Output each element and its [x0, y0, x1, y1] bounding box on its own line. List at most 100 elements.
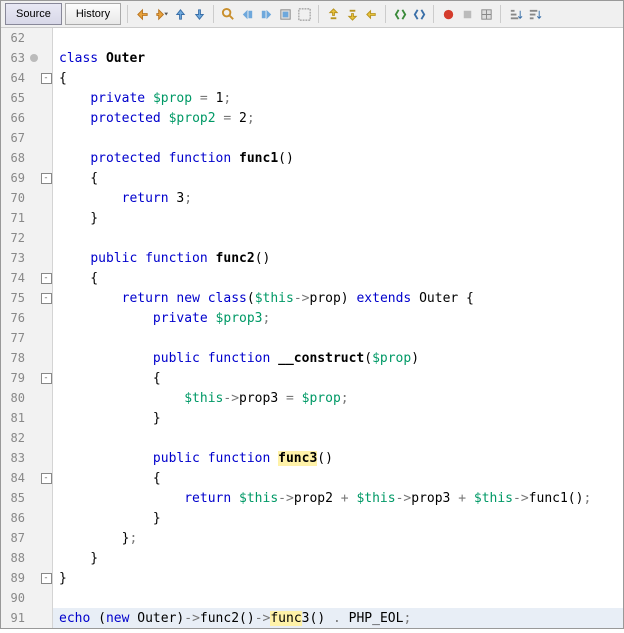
stop-icon[interactable]	[459, 6, 475, 22]
code-line[interactable]: }	[59, 408, 623, 428]
gutter-row: 80	[1, 388, 52, 408]
shift-up-icon[interactable]	[325, 6, 341, 22]
separator	[500, 5, 501, 23]
line-number: 85	[1, 491, 28, 505]
fold-toggle-icon[interactable]: -	[41, 173, 52, 184]
fold-toggle-icon[interactable]: -	[41, 273, 52, 284]
line-number: 81	[1, 411, 28, 425]
code-line[interactable]: public function func2()	[59, 248, 623, 268]
fwd-dd-icon[interactable]	[153, 6, 169, 22]
select-icon[interactable]	[296, 6, 312, 22]
toggle-bm-icon[interactable]	[277, 6, 293, 22]
fold-toggle-icon[interactable]: -	[41, 73, 52, 84]
sort2-icon[interactable]	[526, 6, 542, 22]
up-icon[interactable]	[172, 6, 188, 22]
toolbar-icons	[134, 5, 542, 23]
line-number: 68	[1, 151, 28, 165]
separator	[127, 5, 128, 23]
gutter-row: 91	[1, 608, 52, 628]
code-line[interactable]: class Outer	[59, 48, 623, 68]
code-line[interactable]: public function __construct($prop)	[59, 348, 623, 368]
fold-toggle-icon[interactable]: -	[41, 373, 52, 384]
separator	[433, 5, 434, 23]
gutter-row: 76	[1, 308, 52, 328]
code-line[interactable]: }	[59, 208, 623, 228]
line-number: 80	[1, 391, 28, 405]
code-line[interactable]: private $prop = 1;	[59, 88, 623, 108]
fold-toggle-icon[interactable]: -	[41, 473, 52, 484]
line-number: 87	[1, 531, 28, 545]
line-number: 67	[1, 131, 28, 145]
gutter-row: 75-	[1, 288, 52, 308]
code-line[interactable]	[59, 588, 623, 608]
sort1-icon[interactable]	[507, 6, 523, 22]
record-icon[interactable]	[440, 6, 456, 22]
code-line[interactable]: }	[59, 548, 623, 568]
grid-icon[interactable]	[478, 6, 494, 22]
code-line[interactable]: protected function func1()	[59, 148, 623, 168]
gutter-row: 77	[1, 328, 52, 348]
tab-history[interactable]: History	[65, 3, 121, 25]
code-line[interactable]: {	[59, 468, 623, 488]
line-number: 70	[1, 191, 28, 205]
gutter-row: 64 -	[1, 68, 52, 88]
code-line[interactable]: return new class($this->prop) extends Ou…	[59, 288, 623, 308]
shift-down-icon[interactable]	[344, 6, 360, 22]
separator	[385, 5, 386, 23]
code-line[interactable]: {	[59, 268, 623, 288]
comment-icon[interactable]	[392, 6, 408, 22]
line-number: 65	[1, 91, 28, 105]
code-line[interactable]	[59, 428, 623, 448]
code-line[interactable]: public function func3()	[59, 448, 623, 468]
zoom-icon[interactable]	[220, 6, 236, 22]
shift-line-icon[interactable]	[363, 6, 379, 22]
code-area: 626364-6566676869-7071727374-75-76777879…	[1, 28, 623, 628]
fold-slot: -	[40, 173, 52, 184]
gutter-row: 63	[1, 48, 52, 68]
fold-toggle-icon[interactable]: -	[41, 293, 52, 304]
gutter-row: 73	[1, 248, 52, 268]
line-number: 89	[1, 571, 28, 585]
gutter-row: 69-	[1, 168, 52, 188]
code-content[interactable]: class Outer{ private $prop = 1; protecte…	[53, 28, 623, 628]
back-icon[interactable]	[134, 6, 150, 22]
line-number: 76	[1, 311, 28, 325]
line-number: 90	[1, 591, 28, 605]
line-number: 72	[1, 231, 28, 245]
gutter-row: 74-	[1, 268, 52, 288]
uncomment-icon[interactable]	[411, 6, 427, 22]
code-line[interactable]: return 3;	[59, 188, 623, 208]
fold-toggle-icon[interactable]: -	[41, 573, 52, 584]
code-line[interactable]: private $prop3;	[59, 308, 623, 328]
code-line[interactable]: $this->prop3 = $prop;	[59, 388, 623, 408]
code-line[interactable]: {	[59, 168, 623, 188]
line-number: 78	[1, 351, 28, 365]
line-number: 88	[1, 551, 28, 565]
code-line[interactable]: }	[59, 568, 623, 588]
code-line[interactable]: {	[59, 368, 623, 388]
code-line[interactable]	[59, 328, 623, 348]
line-number: 64	[1, 71, 28, 85]
code-line[interactable]	[59, 228, 623, 248]
line-number: 83	[1, 451, 28, 465]
code-line[interactable]: }	[59, 508, 623, 528]
gutter-row: 78	[1, 348, 52, 368]
gutter-row: 67	[1, 128, 52, 148]
next-bm-icon[interactable]	[258, 6, 274, 22]
code-line[interactable]: {	[59, 68, 623, 88]
down-icon[interactable]	[191, 6, 207, 22]
code-line[interactable]: };	[59, 528, 623, 548]
gutter-row: 88	[1, 548, 52, 568]
tab-source[interactable]: Source	[5, 3, 62, 25]
code-line[interactable]: return $this->prop2 + $this->prop3 + $th…	[59, 488, 623, 508]
fold-slot: -	[40, 73, 52, 84]
gutter-row: 68	[1, 148, 52, 168]
gutter-row: 83	[1, 448, 52, 468]
code-line[interactable]	[59, 128, 623, 148]
code-line[interactable]: protected $prop2 = 2;	[59, 108, 623, 128]
prev-bm-icon[interactable]	[239, 6, 255, 22]
line-number: 82	[1, 431, 28, 445]
code-editor: Source History 626364-6566676869-7071727…	[0, 0, 624, 629]
code-line[interactable]	[59, 28, 623, 48]
line-number: 86	[1, 511, 28, 525]
